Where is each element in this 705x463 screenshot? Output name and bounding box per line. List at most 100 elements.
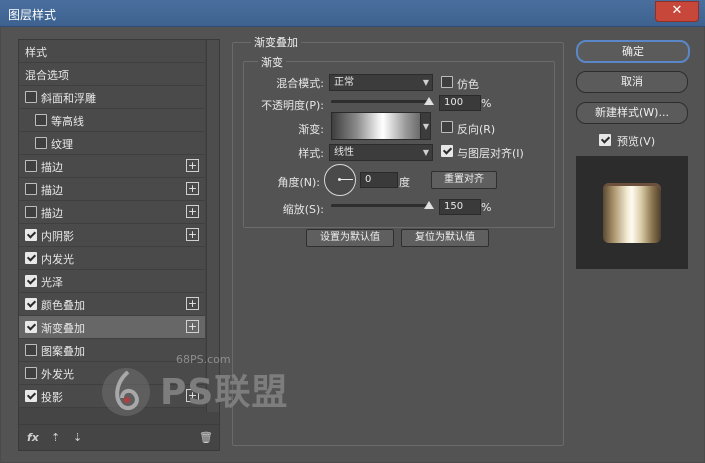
opacity-slider-thumb[interactable] xyxy=(424,97,434,105)
new-style-button[interactable]: 新建样式(W)... xyxy=(576,102,688,124)
style-list-item-label: 混合选项 xyxy=(25,69,69,82)
title-bar: 图层样式 ✕ xyxy=(0,0,705,27)
style-list-item[interactable]: 描边 + xyxy=(19,201,205,224)
reverse-checkbox[interactable] xyxy=(441,121,453,133)
align-with-layer-label: 与图层对齐(I) xyxy=(457,147,524,160)
scale-unit: % xyxy=(481,201,492,214)
style-list-item[interactable]: 内发光 xyxy=(19,247,205,270)
style-list-item[interactable]: 样式 xyxy=(19,40,205,63)
gradient-picker-dropdown[interactable]: ▼ xyxy=(420,112,431,140)
reverse-label: 反向(R) xyxy=(457,123,496,136)
style-list-item[interactable]: 渐变叠加 + xyxy=(19,316,205,339)
opacity-input[interactable]: 100 xyxy=(439,95,481,111)
add-style-instance-icon[interactable]: + xyxy=(186,205,199,218)
add-style-instance-icon[interactable]: + xyxy=(186,228,199,241)
preview-thumbnail xyxy=(603,183,661,243)
watermark-brand: PS联盟 xyxy=(160,372,289,413)
add-style-instance-icon[interactable]: + xyxy=(186,159,199,172)
angle-dial-needle xyxy=(340,179,353,180)
style-enable-checkbox[interactable] xyxy=(25,390,37,402)
style-enable-checkbox[interactable] xyxy=(25,367,37,379)
style-list-item[interactable]: 描边 + xyxy=(19,178,205,201)
opacity-slider-track[interactable] xyxy=(331,100,429,103)
style-list-item-label: 样式 xyxy=(25,46,47,59)
style-enable-checkbox[interactable] xyxy=(25,91,37,103)
style-list-item-label: 渐变叠加 xyxy=(41,322,85,335)
reset-default-button[interactable]: 复位为默认值 xyxy=(401,229,489,247)
style-enable-checkbox[interactable] xyxy=(25,298,37,310)
opacity-unit: % xyxy=(481,97,492,110)
style-list-item[interactable]: 描边 + xyxy=(19,155,205,178)
cancel-button[interactable]: 取消 xyxy=(576,71,688,93)
chevron-down-icon: ▼ xyxy=(422,148,429,157)
style-enable-checkbox[interactable] xyxy=(35,114,47,126)
preview-label: 预览(V) xyxy=(617,135,656,148)
group-title: 渐变叠加 xyxy=(251,34,301,50)
style-enable-checkbox[interactable] xyxy=(25,321,37,333)
style-list-item-label: 图案叠加 xyxy=(41,345,85,358)
style-list-item-label: 光泽 xyxy=(41,276,63,289)
add-style-instance-icon[interactable]: + xyxy=(186,297,199,310)
scale-slider-track[interactable] xyxy=(331,204,429,207)
style-list-item-label: 描边 xyxy=(41,207,63,220)
style-label: 样式: xyxy=(298,147,324,160)
style-list-item[interactable]: 纹理 xyxy=(19,132,205,155)
preview-checkbox[interactable] xyxy=(599,134,611,146)
add-style-instance-icon[interactable]: + xyxy=(186,320,199,333)
close-icon: ✕ xyxy=(671,3,683,18)
style-list-item-label: 斜面和浮雕 xyxy=(41,92,96,105)
blend-mode-select[interactable]: 正常 ▼ xyxy=(329,74,433,91)
angle-dial[interactable] xyxy=(324,164,356,196)
style-list-item-label: 纹理 xyxy=(51,138,73,151)
style-list-item[interactable]: 光泽 xyxy=(19,270,205,293)
style-list-item-label: 内阴影 xyxy=(41,230,74,243)
trash-icon[interactable]: 🗑 xyxy=(199,431,213,444)
style-list-item-label: 外发光 xyxy=(41,368,74,381)
fx-button[interactable]: fx xyxy=(27,431,39,444)
watermark-logo: PS联盟 xyxy=(98,360,318,420)
blend-mode-value: 正常 xyxy=(334,77,354,88)
style-enable-checkbox[interactable] xyxy=(25,183,37,195)
style-list-item[interactable]: 颜色叠加 + xyxy=(19,293,205,316)
opacity-label: 不透明度(P): xyxy=(261,99,324,112)
dither-label: 仿色 xyxy=(457,78,479,91)
watermark-emblem-icon xyxy=(102,368,150,416)
style-enable-checkbox[interactable] xyxy=(25,252,37,264)
style-enable-checkbox[interactable] xyxy=(25,229,37,241)
close-button[interactable]: ✕ xyxy=(655,1,699,22)
set-default-button[interactable]: 设置为默认值 xyxy=(306,229,394,247)
dither-checkbox[interactable] xyxy=(441,76,453,88)
style-list-item[interactable]: 内阴影 + xyxy=(19,224,205,247)
style-list-item-label: 投影 xyxy=(41,391,63,404)
add-style-instance-icon[interactable]: + xyxy=(186,182,199,195)
angle-input[interactable]: 0 xyxy=(360,172,398,188)
style-select[interactable]: 线性 ▼ xyxy=(329,144,433,161)
arrow-down-icon[interactable]: ⇣ xyxy=(73,431,82,444)
style-list-item[interactable]: 等高线 xyxy=(19,109,205,132)
style-enable-checkbox[interactable] xyxy=(35,137,47,149)
styles-list-footer: fx ⇡ ⇣ 🗑 xyxy=(19,424,219,451)
ok-button[interactable]: 确定 xyxy=(576,40,690,63)
style-enable-checkbox[interactable] xyxy=(25,160,37,172)
style-list-item-label: 等高线 xyxy=(51,115,84,128)
reset-align-button[interactable]: 重置对齐 xyxy=(431,171,497,189)
chevron-down-icon: ▼ xyxy=(422,122,429,131)
align-with-layer-checkbox[interactable] xyxy=(441,145,453,157)
arrow-up-icon[interactable]: ⇡ xyxy=(51,431,60,444)
style-value: 线性 xyxy=(334,147,354,158)
gradient-swatch[interactable] xyxy=(331,112,431,140)
style-enable-checkbox[interactable] xyxy=(25,344,37,356)
style-list-item-label: 颜色叠加 xyxy=(41,299,85,312)
angle-unit: 度 xyxy=(399,176,410,189)
gradient-label: 渐变: xyxy=(298,123,324,136)
scale-input[interactable]: 150 xyxy=(439,199,481,215)
style-list-item[interactable]: 混合选项 xyxy=(19,63,205,86)
scale-label: 缩放(S): xyxy=(282,203,324,216)
style-enable-checkbox[interactable] xyxy=(25,206,37,218)
subgroup-title: 渐变 xyxy=(258,54,286,70)
style-preview xyxy=(576,156,688,269)
style-list-item[interactable]: 斜面和浮雕 xyxy=(19,86,205,109)
scale-slider-thumb[interactable] xyxy=(424,201,434,209)
style-enable-checkbox[interactable] xyxy=(25,275,37,287)
chevron-down-icon: ▼ xyxy=(422,78,429,87)
